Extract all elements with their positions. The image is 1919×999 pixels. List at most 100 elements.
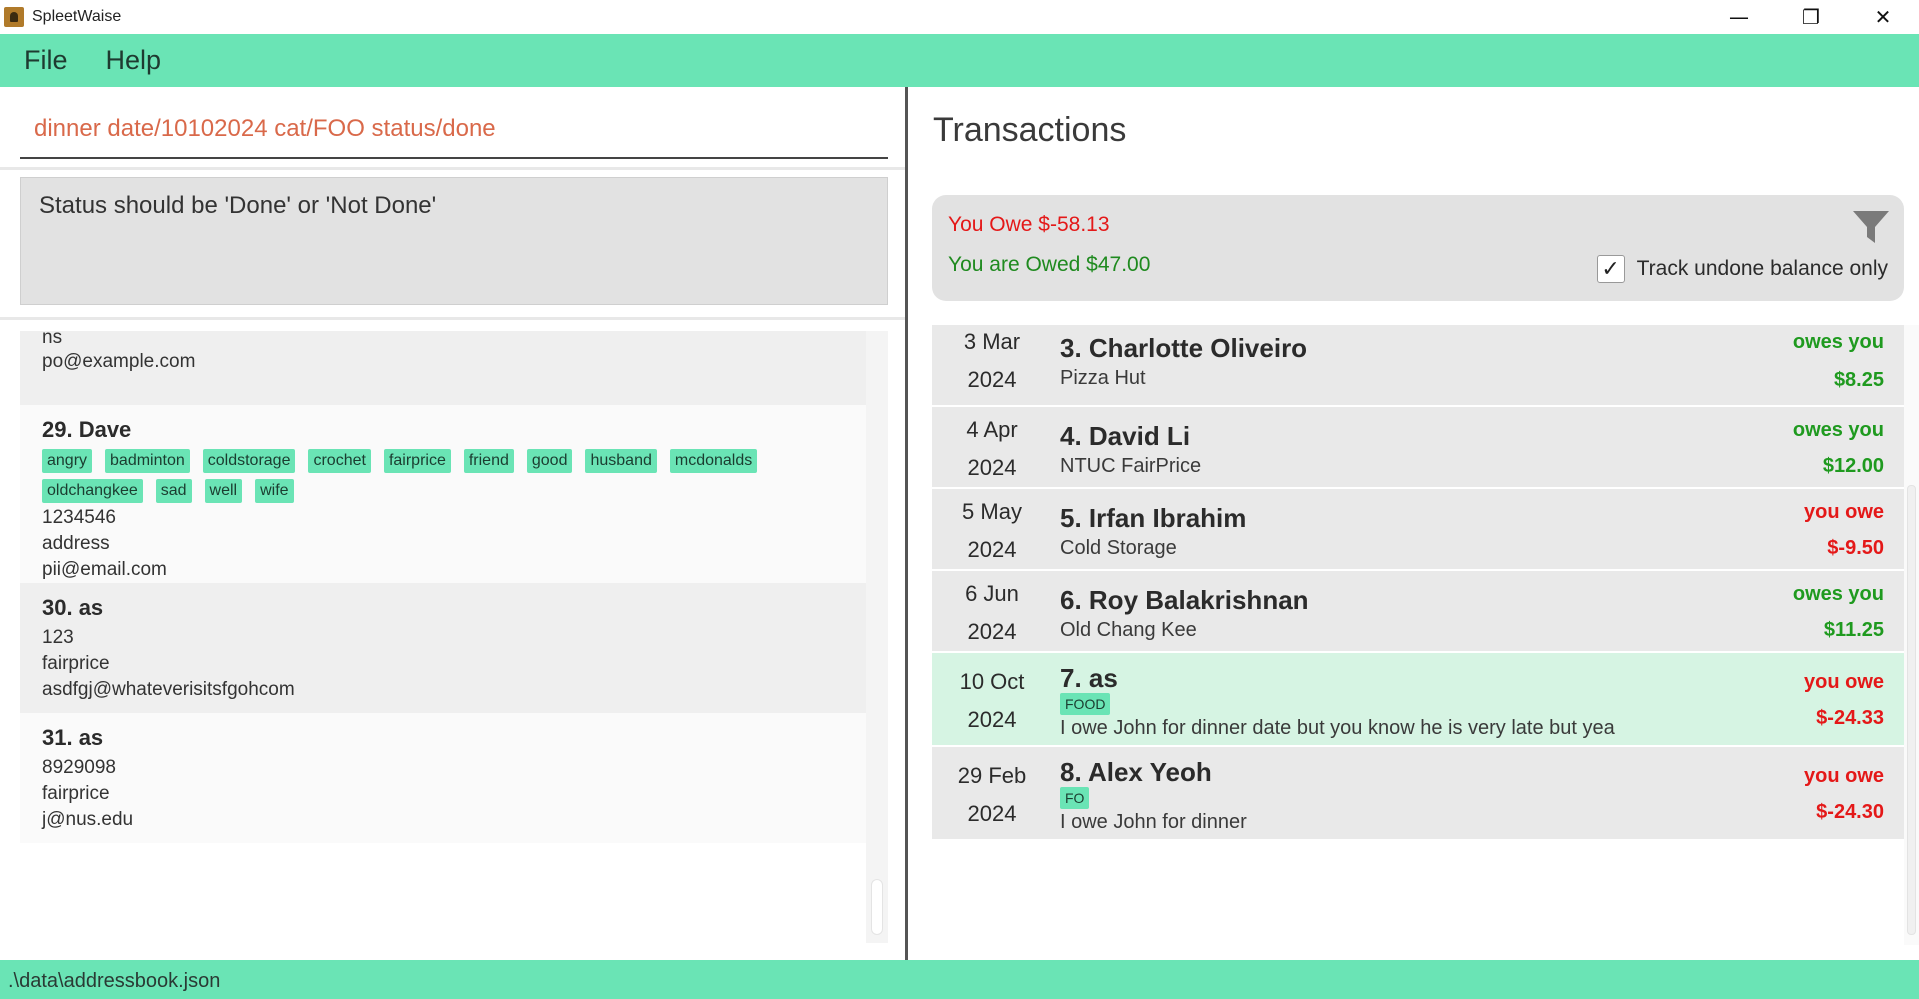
minimize-button[interactable]: — [1703, 0, 1775, 34]
result-display: Status should be 'Done' or 'Not Done' [20, 177, 888, 305]
tag: coldstorage [202, 449, 296, 473]
transaction-date-year: 2024 [967, 455, 1017, 480]
transaction-date-day: 6 Jun [965, 581, 1019, 606]
tag: crochet [308, 449, 371, 473]
left-pane: Status should be 'Done' or 'Not Done' ns… [0, 87, 905, 960]
status-bar: .\data\addressbook.json [0, 960, 1919, 999]
menu-bar: File Help [0, 34, 1919, 87]
transaction-direction: you owe [1803, 671, 1884, 693]
person-email: j@nus.edu [42, 809, 134, 830]
tag: sad [155, 479, 192, 503]
app-icon [4, 7, 24, 27]
transaction-date-year: 2024 [967, 707, 1017, 732]
close-button[interactable]: ✕ [1847, 0, 1919, 34]
person-address: address [42, 533, 110, 554]
menu-help[interactable]: Help [106, 45, 162, 76]
transaction-direction: owes you [1792, 583, 1884, 605]
tag: wife [255, 479, 294, 503]
transaction-person: 3. Charlotte Oliveiro [1060, 333, 1308, 363]
transaction-row-selected[interactable]: 10 Oct 2024 7. as FOOD I owe John for di… [932, 653, 1904, 747]
maximize-button[interactable]: ❐ [1775, 0, 1847, 34]
transaction-date-day: 4 Apr [966, 417, 1018, 442]
transaction-amount: $12.00 [1822, 455, 1884, 477]
command-input[interactable] [20, 103, 888, 155]
filter-icon[interactable] [1852, 209, 1890, 245]
transaction-person: 8. Alex Yeoh [1060, 757, 1212, 787]
tag: friend [463, 449, 514, 473]
transaction-description: Pizza Hut [1060, 367, 1146, 389]
scrollbar-thumb[interactable] [871, 879, 883, 935]
tag: oldchangkee [42, 479, 143, 503]
result-message: Status should be 'Done' or 'Not Done' [39, 192, 437, 219]
person-address: fairprice [42, 783, 110, 804]
tag: mcdonalds [669, 449, 758, 473]
window-controls: — ❐ ✕ [1703, 0, 1919, 34]
person-phone: 123 [42, 627, 74, 648]
person-phone: 1234546 [42, 507, 116, 528]
transaction-person: 6. Roy Balakrishnan [1060, 585, 1309, 615]
transaction-person: 5. Irfan Ibrahim [1060, 503, 1247, 533]
transaction-amount: $-9.50 [1827, 537, 1884, 559]
person-list-scrollbar[interactable] [866, 331, 888, 943]
tag: good [526, 449, 573, 473]
transaction-list-scrollbar[interactable] [1904, 325, 1919, 945]
tag: fairprice [383, 449, 451, 473]
transaction-description: I owe John for dinner date but you know … [1060, 717, 1615, 739]
transaction-amount: $-24.30 [1816, 801, 1884, 823]
person-partial-line: ns [42, 331, 63, 348]
track-undone-label: Track undone balance only [1636, 257, 1888, 280]
transaction-date-year: 2024 [967, 367, 1017, 392]
transaction-person: 4. David Li [1060, 421, 1191, 451]
transaction-row[interactable]: 5 May 2024 5. Irfan Ibrahim Cold Storage… [932, 489, 1904, 571]
scrollbar-thumb[interactable] [1907, 485, 1916, 935]
transaction-category-tag: FOOD [1060, 693, 1111, 715]
person-email: po@example.com [42, 351, 196, 372]
transaction-row[interactable]: 3 Mar 2024 3. Charlotte Oliveiro Pizza H… [932, 325, 1904, 407]
transaction-direction: you owe [1803, 501, 1884, 523]
transaction-row[interactable]: 6 Jun 2024 6. Roy Balakrishnan Old Chang… [932, 571, 1904, 653]
data-file-path: .\data\addressbook.json [8, 970, 221, 992]
transaction-date-day: 3 Mar [963, 329, 1021, 354]
transaction-date-day: 10 Oct [959, 669, 1025, 694]
transaction-category-tag: FO [1060, 787, 1090, 809]
tag: well [204, 479, 243, 503]
transaction-list[interactable]: 3 Mar 2024 3. Charlotte Oliveiro Pizza H… [932, 325, 1904, 945]
transaction-description: NTUC FairPrice [1060, 455, 1202, 477]
person-card[interactable]: ns po@example.com [20, 331, 866, 405]
balance-panel: You Owe $-58.13 You are Owed $47.00 ✓ Tr… [932, 195, 1904, 301]
person-list[interactable]: ns po@example.com 29. Dave angry badmint… [20, 331, 866, 943]
tag: angry [42, 449, 93, 473]
transaction-row[interactable]: 29 Feb 2024 8. Alex Yeoh FO I owe John f… [932, 747, 1904, 841]
person-card[interactable]: 30. as 123 fairprice asdfgj@whateverisit… [20, 583, 866, 713]
transaction-date-year: 2024 [967, 619, 1017, 644]
command-box [20, 103, 888, 159]
you-are-owed-balance: You are Owed $47.00 [948, 253, 1151, 276]
person-card[interactable]: 29. Dave angry badminton coldstorage cro… [20, 405, 866, 583]
tag: badminton [105, 449, 190, 473]
transaction-row[interactable]: 4 Apr 2024 4. David Li NTUC FairPrice ow… [932, 407, 1904, 489]
person-name: 31. as [42, 725, 104, 750]
transaction-person: 7. as [1060, 663, 1118, 693]
transaction-description: Old Chang Kee [1060, 619, 1197, 641]
transaction-date-year: 2024 [967, 537, 1017, 562]
transaction-amount: $11.25 [1823, 619, 1884, 641]
transactions-heading: Transactions [933, 111, 1127, 149]
person-tags: angry badminton coldstorage crochet fair… [42, 449, 822, 503]
person-name: 29. Dave [42, 417, 132, 442]
transaction-amount: $8.25 [1833, 369, 1884, 391]
transaction-date-year: 2024 [967, 801, 1017, 826]
transaction-direction: owes you [1792, 419, 1884, 441]
transaction-date-day: 29 Feb [957, 763, 1027, 788]
divider [0, 167, 905, 170]
transaction-amount: $-24.33 [1816, 707, 1884, 729]
track-undone-checkbox[interactable]: ✓ [1596, 255, 1625, 283]
you-owe-balance: You Owe $-58.13 [948, 213, 1110, 236]
divider [0, 317, 905, 320]
person-card[interactable]: 31. as 8929098 fairprice j@nus.edu [20, 713, 866, 843]
menu-file[interactable]: File [24, 45, 68, 76]
person-name: 30. as [42, 595, 104, 620]
transaction-direction: you owe [1803, 765, 1884, 787]
person-email: asdfgj@whateverisitsfgohcom [42, 679, 295, 700]
tag: husband [585, 449, 657, 473]
track-undone-toggle[interactable]: ✓ Track undone balance only [1596, 255, 1888, 283]
